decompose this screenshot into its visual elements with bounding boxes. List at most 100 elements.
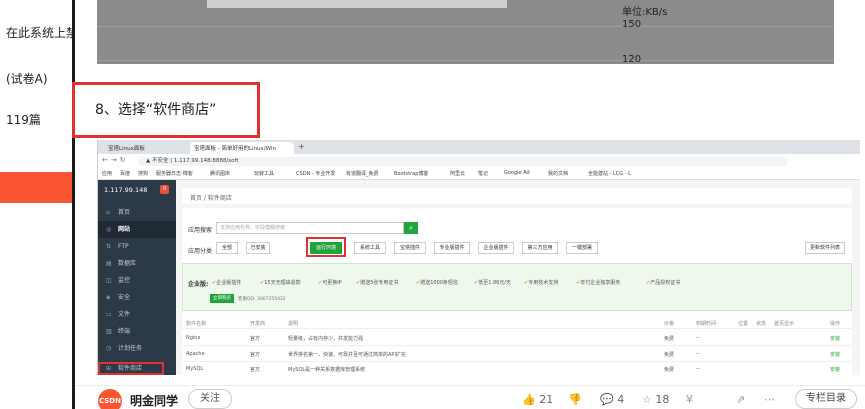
like-button[interactable]: 👍 21 (522, 393, 553, 406)
category-ent-plugins[interactable]: 企业版插件 (478, 242, 514, 254)
left-sidebar: 在此系统上禁 (试卷A) 119篇 (0, 0, 72, 409)
table-row-name: Nginx (186, 335, 201, 341)
table-row-expiry: -- (696, 366, 700, 372)
bookmark-item[interactable]: CSDN - 专业开发 (296, 170, 335, 177)
comment-icon: 💬 (600, 393, 614, 406)
reward-button[interactable]: ¥ (686, 393, 693, 406)
table-row-name: MySQL (186, 366, 204, 372)
more-button[interactable]: ⋯ (764, 393, 775, 406)
bookmark-item[interactable]: 全能建站 - LCG - L (588, 170, 631, 177)
feature-item: ✔赠送5张专用证书 (356, 280, 399, 286)
table-header: 状态 (756, 321, 767, 327)
category-tools[interactable]: 系统工具 (354, 242, 386, 254)
bt-menu-ftp[interactable]: ⇅ FTP (98, 238, 176, 255)
bookmark-item[interactable]: 搜狗 (138, 170, 148, 177)
chart-tick-150: 150 (622, 19, 642, 30)
csdn-logo-icon[interactable]: CSDN (98, 389, 122, 409)
bookmark-item[interactable]: 腾讯图床 (210, 170, 230, 177)
page-root: 在此系统上禁 (试卷A) 119篇 单位:KB/s 150 120 8、选择“软… (0, 0, 865, 409)
table-header: 位置 (738, 321, 749, 327)
category-bt-plugins[interactable]: 宝塔插件 (394, 242, 426, 254)
category-pro-plugins[interactable]: 专业版插件 (434, 242, 470, 254)
follow-button[interactable]: 关注 (188, 389, 232, 409)
table-row-expiry: -- (696, 335, 700, 341)
category-all[interactable]: 全部 (216, 242, 238, 254)
app-search-input[interactable]: 支持应用名称、字段模糊搜索 (216, 222, 404, 234)
table-row-desc: 世界排名第一，快速、可靠并且可通过简单的API扩充 (288, 352, 406, 358)
yuan-icon: ¥ (686, 393, 693, 406)
sidebar-item-2[interactable]: 119篇 (6, 111, 41, 128)
address-bar[interactable]: ▲ 不安全 | 1.117.99.148:8888/soft (138, 157, 788, 166)
table-header: 到期时间 (696, 321, 717, 327)
runtime-highlight-box (306, 237, 346, 257)
bookmark-item[interactable]: Bootstrap博客 (394, 170, 428, 177)
bookmark-item[interactable]: 笔记 (478, 170, 488, 177)
table-header: 说明 (288, 321, 299, 327)
nav-arrows-icon[interactable]: ←→↻ (102, 156, 129, 164)
table-row-desc: MySQL是一种关系数据库管理系统 (288, 367, 366, 373)
bookmark-item[interactable]: 阿里云 (450, 170, 465, 177)
support-qq: 客服QQ: 3007255432 (238, 297, 286, 302)
install-button[interactable]: 安装 (830, 351, 840, 358)
home-icon: ⌂ (106, 209, 110, 216)
bookmark-item[interactable]: 玩转工具 (254, 170, 274, 177)
sidebar-active-block[interactable] (0, 172, 72, 203)
table-divider (182, 328, 852, 329)
bt-menu-security[interactable]: ◈ 安全 (98, 289, 176, 306)
bookmark-item[interactable]: Google Ad (504, 170, 530, 176)
table-row-dev: 官方 (250, 336, 261, 342)
table-header: 开发商 (250, 321, 266, 327)
search-icon[interactable]: ⌕ (404, 222, 418, 234)
feature-item: ✔企业版插件 (212, 280, 242, 286)
enterprise-banner (182, 263, 852, 311)
bookmark-item[interactable]: 有道翻译_免费 (346, 170, 379, 177)
sidebar-item-1[interactable]: (试卷A) (6, 70, 48, 87)
feature-item: ✔年付企业独享服务 (576, 280, 621, 286)
database-icon: ▤ (106, 260, 112, 267)
bt-menu-database[interactable]: ▤ 数据库 (98, 255, 176, 272)
share-icon: ⇗ (736, 393, 746, 406)
bt-menu-terminal[interactable]: ▥ 终端 (98, 323, 176, 340)
browser-screenshot: 宝塔Linux面板 宝塔面板 - 简单好用的Linux/Win + ←→↻ ▲ … (97, 140, 860, 375)
bt-menu-monitor[interactable]: ◫ 监控 (98, 272, 176, 289)
favorite-button[interactable]: ☆ 18 (642, 393, 669, 406)
feature-item: ✔赠送1000条短信 (416, 280, 458, 286)
chart-gridline (97, 60, 834, 61)
table-row-price: 免费 (664, 352, 675, 358)
chart-modal-edge (207, 0, 507, 8)
browser-tab-1[interactable]: 宝塔Linux面板 (104, 142, 190, 154)
shield-icon: ◈ (106, 294, 111, 301)
sidebar-divider (72, 0, 75, 409)
clock-icon: ◷ (106, 345, 112, 352)
bt-menu-website[interactable]: ◎ 网站 (98, 221, 176, 238)
table-row-desc: 轻量级，占有内存少，并发能力强 (288, 336, 364, 342)
bookmark-item[interactable]: 百度 (120, 170, 130, 177)
install-button[interactable]: 安装 (830, 335, 840, 342)
bookmark-item[interactable]: 应用 (102, 170, 112, 177)
browser-tab-2[interactable]: 宝塔面板 - 简单好用的Linux/Win (190, 142, 294, 154)
sidebar-item-0[interactable]: 在此系统上禁 (6, 24, 72, 41)
comment-button[interactable]: 💬 4 (600, 393, 624, 406)
share-button[interactable]: ⇗ (736, 393, 745, 406)
globe-icon: ◎ (106, 226, 112, 233)
bt-menu-home[interactable]: ⌂ 首页 (98, 204, 176, 221)
column-directory-button[interactable]: 专栏目录 (795, 389, 857, 409)
category-one-click[interactable]: 一键部署 (566, 242, 598, 254)
author-name[interactable]: 明金同学 (130, 392, 178, 409)
enterprise-title: 企业版: (188, 281, 209, 288)
thumbs-up-icon: 👍 (522, 393, 536, 406)
new-tab-icon[interactable]: + (298, 142, 305, 151)
category-installed[interactable]: 已安装 (246, 242, 270, 254)
category-third-party[interactable]: 第三方应用 (522, 242, 558, 254)
bookmark-item[interactable]: 我的文档 (548, 170, 568, 177)
buy-now-button[interactable]: 立即购买 (210, 294, 234, 303)
update-list-button[interactable]: 更新软件列表 (805, 242, 845, 254)
dislike-button[interactable]: 👎 (568, 393, 582, 406)
bt-menu-cron[interactable]: ◷ 计划任务 (98, 340, 176, 357)
bt-menu-files[interactable]: ▭ 文件 (98, 306, 176, 323)
install-button[interactable]: 安装 (830, 366, 840, 373)
table-row-price: 免费 (664, 336, 675, 342)
bt-host-ip: 1.117.99.148 (104, 186, 148, 194)
chart-unit-label: 单位:KB/s (622, 7, 668, 18)
bookmark-item[interactable]: 服务器日志-博客 (156, 170, 193, 177)
